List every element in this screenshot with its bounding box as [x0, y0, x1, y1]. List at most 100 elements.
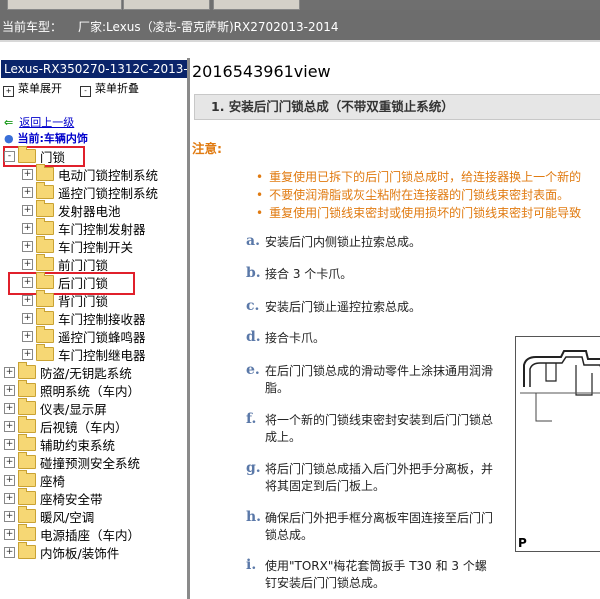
tree-item[interactable]: + 碰撞预测安全系统: [4, 452, 140, 471]
folder-icon: [36, 218, 54, 235]
folder-icon: [36, 308, 54, 325]
tree-item[interactable]: + 座椅安全带: [4, 488, 103, 507]
tree-item-label: 辅助约束系统: [40, 437, 116, 453]
procedure-step: a. 安装后门内侧锁止拉索总成。: [246, 233, 506, 251]
expand-toggle-icon[interactable]: +: [22, 168, 33, 180]
expand-toggle-icon[interactable]: +: [22, 330, 33, 342]
tree-item[interactable]: + 发射器电池: [22, 200, 121, 219]
back-link[interactable]: ⇐ 返回上一级: [4, 114, 74, 130]
tree-item[interactable]: + 遥控门锁蜂鸣器: [22, 326, 146, 345]
tree-item[interactable]: + 车门控制接收器: [22, 308, 146, 327]
note-text: 重复使用门锁线束密封或使用损坏的门锁线束密封可能导致: [269, 206, 582, 220]
tree-item[interactable]: + 辅助约束系统: [4, 434, 116, 453]
tree-item[interactable]: + 后门门锁: [22, 272, 108, 291]
expand-toggle-icon[interactable]: +: [4, 402, 15, 414]
tree-item[interactable]: + 座椅: [4, 470, 66, 489]
menu-collapse-label: 菜单折叠: [95, 82, 139, 95]
expand-toggle-icon[interactable]: +: [22, 258, 33, 270]
tree-item-label: 内饰板/装饰件: [40, 545, 120, 561]
tree-item[interactable]: + 照明系统（车内）: [4, 380, 140, 399]
expand-toggle-icon[interactable]: +: [4, 456, 15, 468]
tree-item[interactable]: + 电源插座（车内）: [4, 524, 141, 543]
expand-toggle-icon[interactable]: +: [22, 222, 33, 234]
folder-icon: [18, 470, 36, 487]
tree-item-label: 车门控制接收器: [58, 311, 146, 327]
expand-toggle-icon[interactable]: +: [22, 312, 33, 324]
folder-icon: [18, 398, 36, 415]
tree-item[interactable]: + 仪表/显示屏: [4, 398, 107, 417]
step-text: 接合 3 个卡爪。: [265, 267, 353, 281]
figure-label: P: [518, 536, 527, 550]
expand-toggle-icon[interactable]: +: [22, 240, 33, 252]
tree-item[interactable]: + 前门门锁: [22, 254, 108, 273]
expand-toggle-icon[interactable]: +: [4, 438, 15, 450]
tree-item-label: 后视镜（车内）: [40, 419, 128, 435]
vehicle-header: 当前车型： 厂家:Lexus（凌志-雷克萨斯)RX2702013-2014: [0, 10, 600, 42]
expand-toggle-icon[interactable]: +: [22, 294, 33, 306]
tree-item[interactable]: - 门锁: [4, 146, 66, 165]
expand-toggle-icon[interactable]: +: [4, 492, 15, 504]
expand-toggle-icon[interactable]: +: [4, 420, 15, 432]
menu-collapse-button[interactable]: - 菜单折叠: [80, 80, 139, 97]
collapse-toggle-icon[interactable]: -: [4, 150, 15, 162]
step-letter: c.: [246, 298, 260, 314]
expand-toggle-icon[interactable]: +: [4, 366, 15, 378]
step-letter: g.: [246, 460, 261, 476]
folder-icon: [36, 272, 54, 289]
expand-toggle-icon[interactable]: +: [4, 384, 15, 396]
step-letter: d.: [246, 329, 261, 345]
tree-item[interactable]: + 电动门锁控制系统: [22, 164, 158, 183]
folder-icon: [36, 236, 54, 253]
back-arrow-icon: ⇐: [4, 116, 14, 129]
note-text: 不要使润滑脂或灰尘粘附在连接器的门锁线束密封表面。: [269, 188, 570, 202]
tree-item[interactable]: + 背门门锁: [22, 290, 108, 309]
step-text: 将后门门锁总成插入后门外把手分离板，并将其固定到后门板上。: [265, 462, 494, 493]
folder-icon: [18, 488, 36, 505]
menu-expand-button[interactable]: + 菜单展开: [3, 80, 62, 97]
step-letter: f.: [246, 411, 257, 427]
menu-expand-label: 菜单展开: [18, 82, 62, 95]
folder-icon: [18, 542, 36, 559]
expand-toggle-icon[interactable]: +: [22, 204, 33, 216]
note-item: • 重复使用门锁线束密封或使用损坏的门锁线束密封可能导致: [256, 204, 581, 221]
expand-toggle-icon[interactable]: +: [22, 186, 33, 198]
tree-item[interactable]: + 防盗/无钥匙系统: [4, 362, 132, 381]
document-id: 2016543961view: [192, 62, 331, 81]
tree-item-label: 暖风/空调: [40, 509, 95, 525]
expand-toggle-icon[interactable]: +: [4, 474, 15, 486]
tree-item[interactable]: + 车门控制开关: [22, 236, 133, 255]
top-tab-button-3[interactable]: [213, 0, 300, 10]
tree-item-label: 座椅: [40, 473, 66, 489]
tree-item[interactable]: + 车门控制继电器: [22, 344, 146, 363]
section-title: 1. 安装后门门锁总成（不带双重锁止系统）: [194, 94, 600, 120]
tree-item[interactable]: + 车门控制发射器: [22, 218, 146, 237]
folder-icon: [36, 182, 54, 199]
bullet-icon: •: [256, 206, 264, 220]
tree-item[interactable]: + 遥控门锁控制系统: [22, 182, 159, 201]
tree-item-label: 遥控门锁蜂鸣器: [58, 329, 146, 345]
folder-icon: [18, 380, 36, 397]
expand-toggle-icon[interactable]: +: [4, 510, 15, 522]
expand-toggle-icon[interactable]: +: [22, 276, 33, 288]
expand-toggle-icon[interactable]: +: [22, 348, 33, 360]
bullet-icon: •: [256, 170, 264, 184]
folder-icon: [18, 416, 36, 433]
tree-item-label: 电源插座（车内）: [40, 527, 141, 543]
collapse-icon: -: [80, 86, 91, 97]
tree-item-label: 仪表/显示屏: [40, 401, 107, 417]
expand-toggle-icon[interactable]: +: [4, 546, 15, 558]
expand-toggle-icon[interactable]: +: [4, 528, 15, 540]
tree-item[interactable]: + 内饰板/装饰件: [4, 542, 120, 561]
tree-item-label: 车门控制继电器: [58, 347, 146, 363]
tree-item[interactable]: + 后视镜（车内）: [4, 416, 128, 435]
top-tab-button-1[interactable]: [7, 0, 122, 10]
step-text: 安装后门内侧锁止拉索总成。: [265, 235, 422, 249]
tree-item-label: 遥控门锁控制系统: [58, 185, 159, 201]
top-tab-button-2[interactable]: [123, 0, 210, 10]
tree-item-label: 门锁: [40, 149, 66, 165]
tree-item-label: 车门控制发射器: [58, 221, 146, 237]
procedure-step: e. 在后门门锁总成的滑动零件上涂抹通用润滑脂。: [246, 362, 494, 397]
tree-item[interactable]: + 暖风/空调: [4, 506, 95, 525]
step-text: 在后门门锁总成的滑动零件上涂抹通用润滑脂。: [265, 364, 494, 395]
expand-icon: +: [3, 86, 14, 97]
